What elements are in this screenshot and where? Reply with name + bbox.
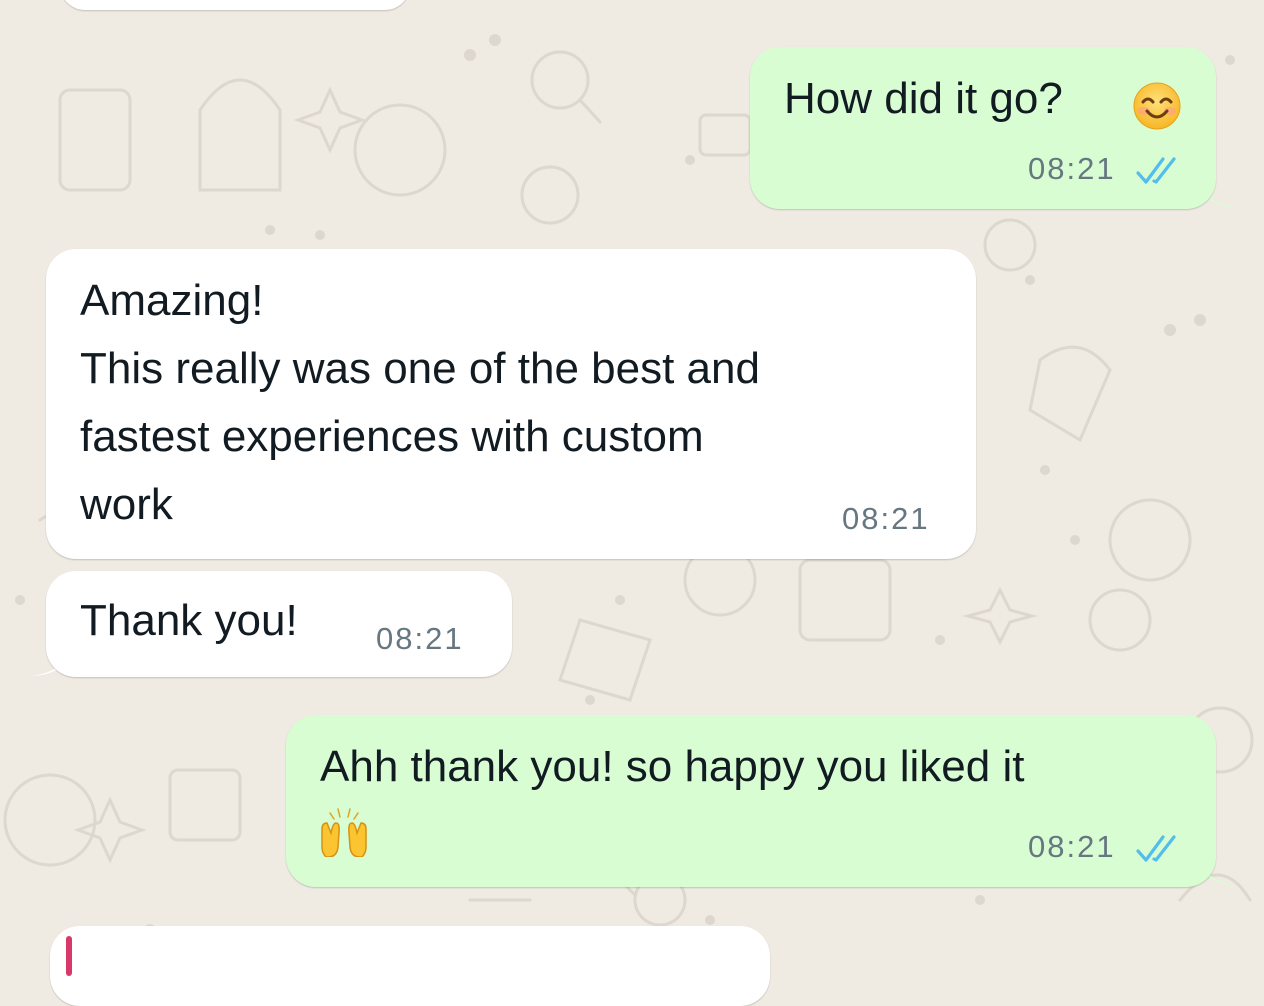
message-text: Amazing! This really was one of the best…: [80, 276, 760, 529]
message-text: Thank you!: [80, 596, 298, 645]
message-text: Ahh thank you! so happy you liked it: [320, 742, 1025, 791]
message-text: How did it go?: [784, 74, 1063, 123]
double-check-read-icon: [1136, 157, 1176, 184]
message-time: 08:21: [1028, 829, 1116, 864]
message-bubble: Amazing! This really was one of the best…: [46, 249, 976, 559]
message-time: 08:21: [1028, 151, 1116, 186]
message-bubble-cut-off-top[interactable]: [60, 0, 410, 10]
smiling-face-icon: [1133, 82, 1181, 130]
message-bubble: How did it go? 08:21: [750, 47, 1216, 209]
double-check-read-icon: [1136, 835, 1176, 862]
message-bubble: [50, 926, 770, 1006]
quote-accent-bar: [66, 936, 72, 976]
message-bubble: Ahh thank you! so happy you liked it 08:…: [286, 715, 1216, 887]
message-time: 08:21: [376, 621, 464, 656]
message-bubble: Thank you! 08:21: [46, 571, 512, 677]
raising-hands-icon: [321, 808, 367, 857]
message-time: 08:21: [842, 501, 930, 536]
